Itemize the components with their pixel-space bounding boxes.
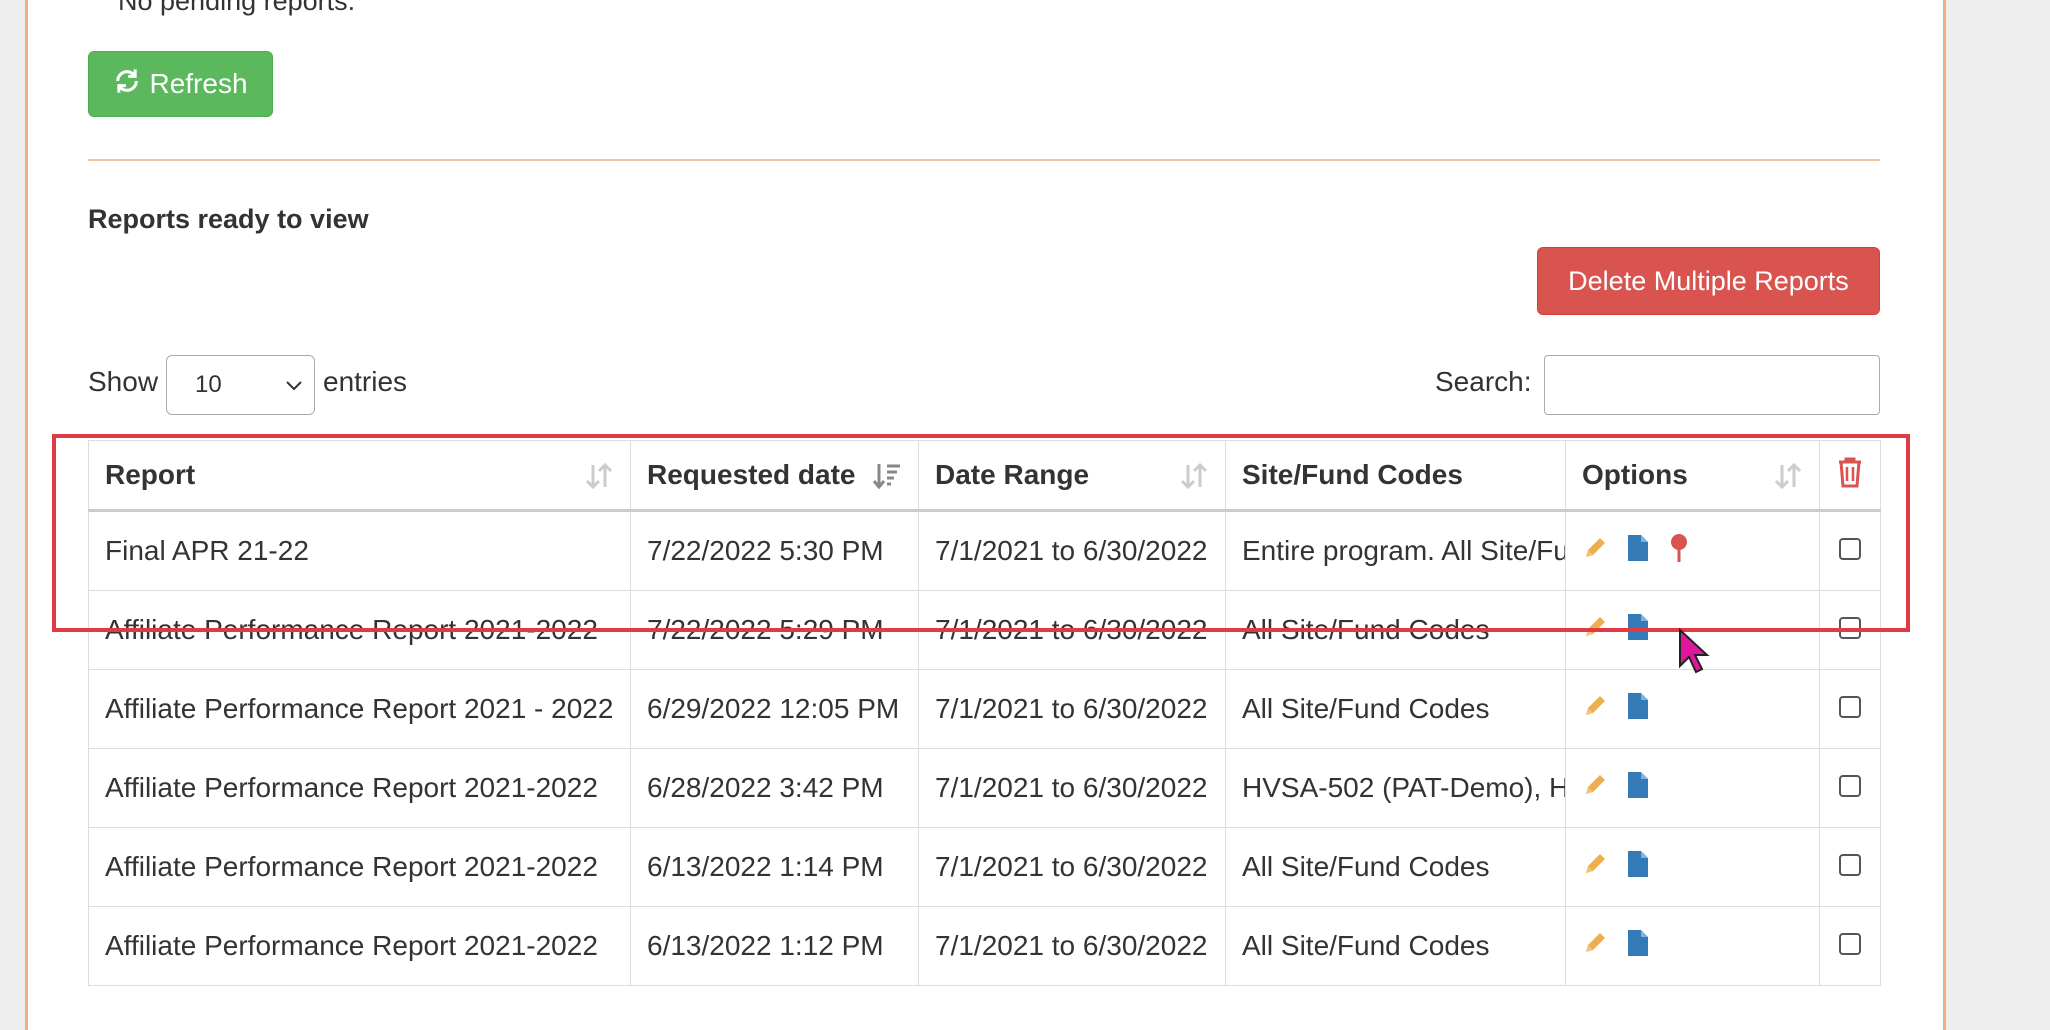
report-name-cell: Affiliate Performance Report 2021 - 2022: [88, 669, 631, 749]
table-row: Affiliate Performance Report 2021-2022 6/…: [88, 748, 1881, 828]
row-select-checkbox[interactable]: [1839, 775, 1861, 797]
table-row: Affiliate Performance Report 2021-2022 6/…: [88, 906, 1881, 986]
date-range-cell: 7/1/2021 to 6/30/2022: [918, 906, 1226, 986]
site-fund-codes-cell: HVSA-502 (PAT-Demo), H: [1225, 748, 1566, 828]
select-cell: [1819, 906, 1881, 986]
options-cell: [1565, 748, 1820, 828]
edit-pencil-icon[interactable]: [1582, 772, 1608, 805]
entries-per-page-select[interactable]: 10: [166, 355, 315, 415]
refresh-icon: [113, 67, 141, 102]
delete-multiple-reports-button[interactable]: Delete Multiple Reports: [1537, 247, 1880, 315]
refresh-button[interactable]: Refresh: [88, 51, 273, 117]
row-select-checkbox[interactable]: [1839, 696, 1861, 718]
view-file-icon[interactable]: [1626, 692, 1650, 727]
search-label: Search:: [1435, 366, 1532, 397]
report-name-cell: Affiliate Performance Report 2021-2022: [88, 827, 631, 907]
entries-select-value: 10: [195, 371, 222, 398]
table-row: Affiliate Performance Report 2021 - 2022…: [88, 669, 1881, 749]
options-group: [1582, 929, 1803, 964]
date-range-cell: 7/1/2021 to 6/30/2022: [918, 669, 1226, 749]
requested-date-cell: 6/13/2022 1:14 PM: [630, 827, 919, 907]
row-select-checkbox[interactable]: [1839, 933, 1861, 955]
requested-date-cell: 6/13/2022 1:12 PM: [630, 906, 919, 986]
edit-pencil-icon[interactable]: [1582, 851, 1608, 884]
date-range-cell: 7/1/2021 to 6/30/2022: [918, 748, 1226, 828]
view-file-icon[interactable]: [1626, 929, 1650, 964]
site-fund-codes-cell: All Site/Fund Codes: [1225, 906, 1566, 986]
date-range-cell: 7/1/2021 to 6/30/2022: [918, 827, 1226, 907]
section-divider: [88, 159, 1880, 161]
options-group: [1582, 692, 1803, 727]
view-file-icon[interactable]: [1626, 771, 1650, 806]
section-title: Reports ready to view: [88, 204, 369, 234]
edit-pencil-icon[interactable]: [1582, 930, 1608, 963]
options-group: [1582, 771, 1803, 806]
table-row: Affiliate Performance Report 2021-2022 6/…: [88, 827, 1881, 907]
row-select-checkbox[interactable]: [1839, 854, 1861, 876]
entries-label: entries: [323, 366, 408, 397]
refresh-button-label: Refresh: [149, 68, 248, 99]
edit-pencil-icon[interactable]: [1582, 693, 1608, 726]
select-cell: [1819, 669, 1881, 749]
mouse-cursor-icon: [1678, 627, 1712, 681]
requested-date-cell: 6/29/2022 12:05 PM: [630, 669, 919, 749]
options-group: [1582, 850, 1803, 885]
pending-reports-text: No pending reports.: [118, 0, 356, 16]
requested-date-cell: 6/28/2022 3:42 PM: [630, 748, 919, 828]
view-file-icon[interactable]: [1626, 850, 1650, 885]
report-name-cell: Affiliate Performance Report 2021-2022: [88, 748, 631, 828]
options-cell: [1565, 906, 1820, 986]
report-name-cell: Affiliate Performance Report 2021-2022: [88, 906, 631, 986]
chevron-down-icon: [284, 374, 304, 402]
highlight-box: [52, 434, 1910, 632]
options-cell: [1565, 669, 1820, 749]
select-cell: [1819, 827, 1881, 907]
search-input[interactable]: [1544, 355, 1880, 415]
options-cell: [1565, 827, 1820, 907]
site-fund-codes-cell: All Site/Fund Codes: [1225, 669, 1566, 749]
site-fund-codes-cell: All Site/Fund Codes: [1225, 827, 1566, 907]
show-label: Show: [88, 366, 159, 397]
select-cell: [1819, 748, 1881, 828]
